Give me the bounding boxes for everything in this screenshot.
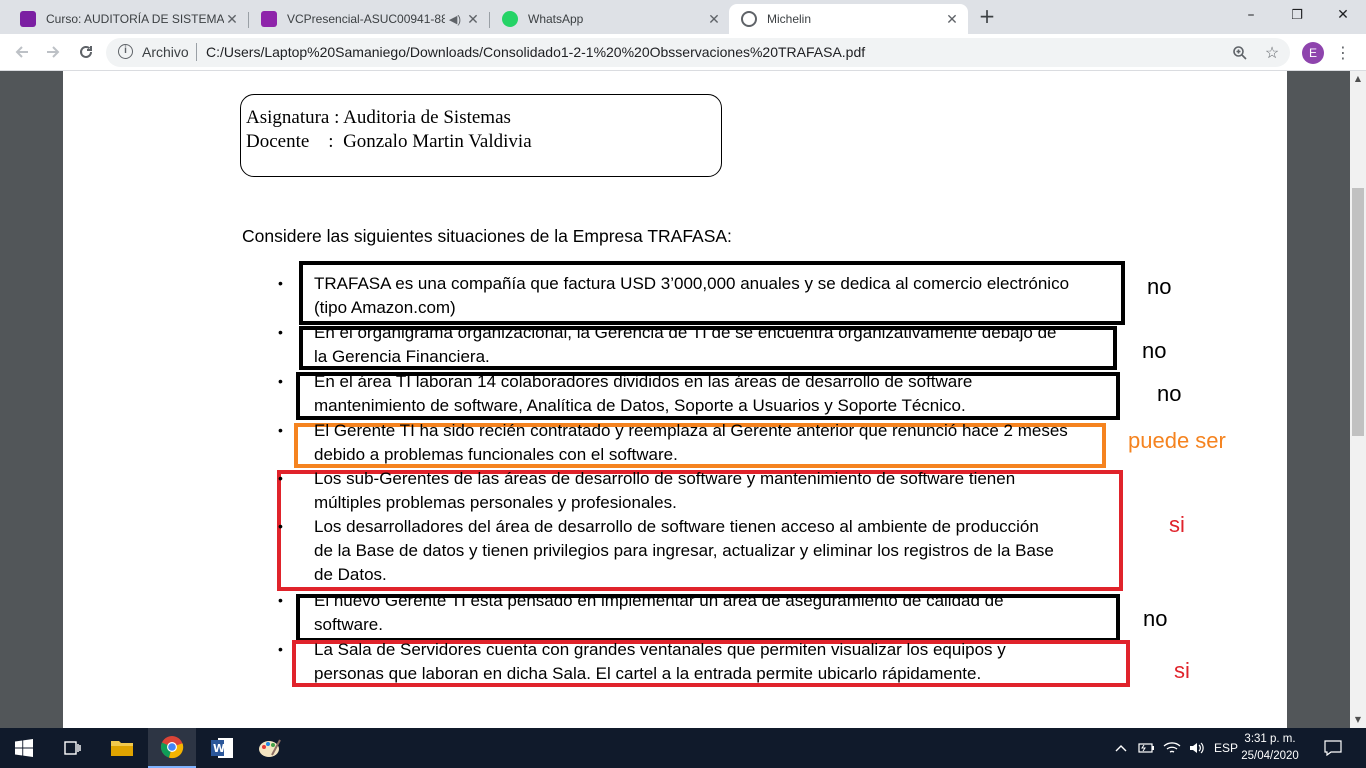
scheme-label: Archivo <box>142 44 189 60</box>
verdict-label: no <box>1142 338 1167 363</box>
file-explorer-button[interactable] <box>98 728 146 768</box>
situation-item: La Sala de Servidores cuenta con grandes… <box>314 640 1006 683</box>
power-icon[interactable] <box>1138 728 1156 768</box>
verdict-label: si <box>1169 512 1185 537</box>
situation-item: El nuevo Gerente TI está pensado en impl… <box>314 591 1004 634</box>
situation-item: TRAFASA es una compañía que factura USD … <box>314 274 1070 317</box>
verdict-label: si <box>1174 658 1190 683</box>
bullet: • <box>278 641 283 657</box>
situation-item: En el organigrama organizacional, la Ger… <box>314 323 1057 366</box>
situation-item: Los desarrolladores del área de desarrol… <box>314 517 1054 584</box>
reload-icon <box>80 45 92 58</box>
info-icon[interactable]: i <box>118 44 133 59</box>
scroll-up-icon[interactable]: ▲ <box>1350 71 1366 87</box>
arrow-right-icon <box>47 46 60 58</box>
zoom-icon[interactable] <box>1230 43 1250 63</box>
minimize-button[interactable]: – <box>1228 0 1274 30</box>
verdict-label: no <box>1157 381 1182 406</box>
chrome-icon <box>160 736 184 759</box>
close-icon[interactable]: ✕ <box>944 11 960 27</box>
speaker-icon[interactable]: ◀) <box>449 13 461 26</box>
tab-vcpresencial[interactable]: VCPresencial-ASUC00941-88 ◀) ✕ <box>249 4 489 34</box>
bullet: • <box>278 518 283 534</box>
paint-button[interactable] <box>246 728 294 768</box>
task-view-icon <box>64 741 81 755</box>
chevron-up-icon <box>1115 745 1127 752</box>
paint-palette-icon <box>259 739 281 757</box>
show-hidden-icons-button[interactable] <box>1115 728 1127 768</box>
language-indicator[interactable]: ESP <box>1214 728 1238 768</box>
task-view-button[interactable] <box>48 728 96 768</box>
tab-michelin[interactable]: Michelin ✕ <box>729 4 968 34</box>
video-icon <box>261 11 277 27</box>
forward-button[interactable] <box>41 40 65 64</box>
chrome-button[interactable] <box>148 728 196 768</box>
intro-text: Considere las siguientes situaciones de … <box>242 226 732 246</box>
profile-avatar[interactable]: E <box>1302 42 1324 64</box>
whatsapp-icon <box>502 11 518 27</box>
tab-title: VCPresencial-ASUC00941-88 <box>287 12 445 26</box>
clock-time: 3:31 p. m. <box>1244 733 1296 745</box>
close-window-button[interactable]: ✕ <box>1320 0 1366 30</box>
taskbar: W ESP 3:31 p. m. 25/04/2020 <box>0 728 1366 768</box>
folder-icon <box>111 741 133 756</box>
arrow-left-icon <box>15 46 28 58</box>
bullet: • <box>278 592 283 608</box>
word-icon: W <box>211 738 233 758</box>
situation-item: El Gerente TI ha sido recién contratado … <box>314 421 1068 464</box>
situation-item: Los sub-Gerentes de las áreas de desarro… <box>314 469 1016 512</box>
reload-button[interactable] <box>74 40 98 64</box>
pdf-page: Asignatura : Auditoria de Sistemas Docen… <box>63 71 1287 728</box>
url-text[interactable]: C:/Users/Laptop%20Samaniego/Downloads/Co… <box>206 44 865 60</box>
teacher-line: Docente : Gonzalo Martin Valdivia <box>246 131 532 152</box>
close-icon[interactable]: ✕ <box>465 11 481 27</box>
header-box: Asignatura : Auditoria de Sistemas Docen… <box>240 94 722 177</box>
address-bar[interactable]: i Archivo C:/Users/Laptop%20Samaniego/Do… <box>106 38 1290 67</box>
tab-whatsapp[interactable]: WhatsApp ✕ <box>490 4 730 34</box>
verdict-label: no <box>1147 274 1172 299</box>
volume-icon[interactable] <box>1189 728 1205 768</box>
word-button[interactable]: W <box>198 728 246 768</box>
bullet: • <box>278 470 283 486</box>
windows-logo-icon <box>15 739 33 757</box>
browser-toolbar: i Archivo C:/Users/Laptop%20Samaniego/Do… <box>0 34 1366 71</box>
clock-date: 25/04/2020 <box>1241 750 1299 762</box>
bullet: • <box>278 324 283 340</box>
tab-curso[interactable]: Curso: AUDITORÍA DE SISTEMAS ✕ <box>8 4 248 34</box>
menu-icon[interactable]: ⋮ <box>1331 40 1355 64</box>
svg-text:W: W <box>213 742 225 755</box>
new-tab-button[interactable]: + <box>977 6 997 27</box>
vertical-scrollbar[interactable]: ▲ ▼ <box>1350 71 1366 728</box>
start-button[interactable] <box>0 728 48 768</box>
address-divider <box>196 43 197 61</box>
maximize-button[interactable]: ❐ <box>1274 0 1320 30</box>
bookmark-star-icon[interactable]: ☆ <box>1262 43 1282 63</box>
wifi-icon[interactable] <box>1163 728 1181 768</box>
back-button[interactable] <box>10 40 34 64</box>
scroll-down-icon[interactable]: ▼ <box>1350 712 1366 728</box>
verdict-label: puede ser <box>1128 428 1226 453</box>
close-icon[interactable]: ✕ <box>224 11 240 27</box>
bullet: • <box>278 275 283 291</box>
bullet: • <box>278 422 283 438</box>
globe-icon <box>741 11 757 27</box>
tab-title: WhatsApp <box>528 12 584 26</box>
situation-item: En el área TI laboran 14 colaboradores d… <box>314 372 973 415</box>
moodle-icon <box>20 11 36 27</box>
tab-strip: Curso: AUDITORÍA DE SISTEMAS ✕ VCPresenc… <box>0 0 1366 34</box>
pdf-viewer: Asignatura : Auditoria de Sistemas Docen… <box>0 71 1366 728</box>
subject-line: Asignatura : Auditoria de Sistemas <box>246 107 511 128</box>
scrollbar-thumb[interactable] <box>1352 188 1364 436</box>
tab-title: Curso: AUDITORÍA DE SISTEMAS <box>46 12 224 26</box>
notifications-icon[interactable] <box>1324 728 1342 768</box>
verdict-label: no <box>1143 606 1168 631</box>
clock[interactable]: 3:31 p. m. 25/04/2020 <box>1240 731 1300 765</box>
tab-title: Michelin <box>767 12 812 26</box>
close-icon[interactable]: ✕ <box>706 11 722 27</box>
bullet: • <box>278 373 283 389</box>
